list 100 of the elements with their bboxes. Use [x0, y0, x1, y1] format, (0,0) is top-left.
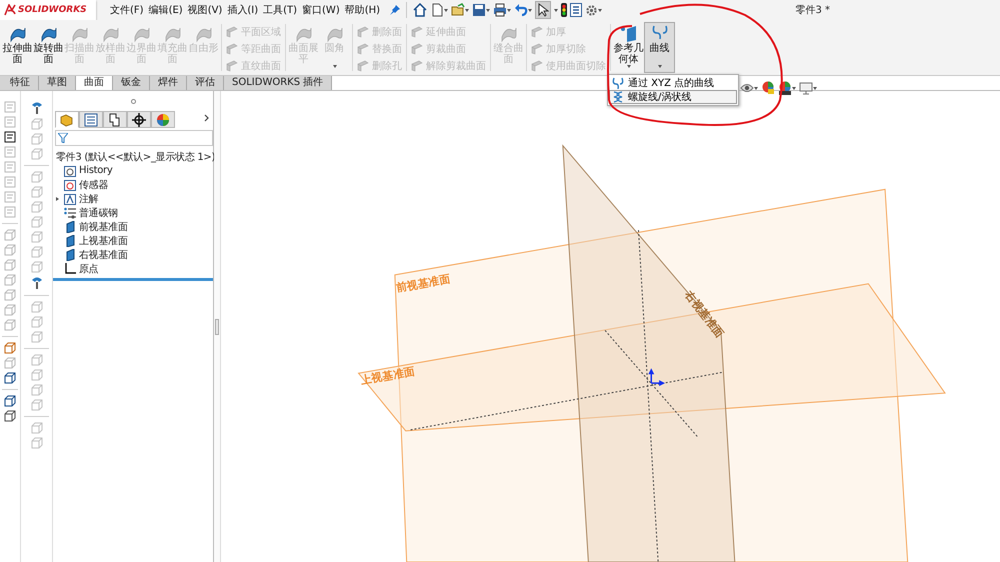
caret-icon[interactable] — [465, 8, 470, 12]
sheet-icon — [531, 43, 543, 55]
folder-icon[interactable] — [64, 164, 76, 176]
caret-icon[interactable] — [444, 8, 448, 12]
chevron-right-icon[interactable] — [204, 114, 209, 122]
command-tab[interactable]: 曲面 — [76, 76, 113, 90]
home-icon[interactable] — [413, 3, 428, 17]
curved-sheet-icon — [294, 25, 312, 43]
filter-field[interactable] — [55, 130, 213, 146]
sheet-icon — [357, 43, 369, 55]
plane-label: 右视基准面 — [682, 288, 726, 340]
sheet-icon — [411, 26, 423, 38]
configuration-icon — [108, 112, 122, 126]
sheet-icon — [226, 60, 238, 72]
sheet-icon — [531, 26, 543, 38]
sheet-icon — [357, 60, 369, 72]
cube-icon[interactable] — [4, 372, 16, 384]
ribbon-button[interactable]: 旋转曲面 — [33, 22, 64, 73]
folder-icon[interactable] — [64, 178, 76, 190]
caret-icon[interactable] — [754, 86, 758, 90]
panel-tab[interactable] — [103, 111, 127, 128]
panel-tab[interactable] — [79, 111, 103, 128]
tree-item[interactable]: 注解 — [79, 192, 98, 206]
menu-item[interactable]: 插入(I) — [227, 3, 258, 17]
collapse-handle-icon[interactable] — [130, 99, 136, 104]
pin-icon[interactable] — [390, 5, 400, 15]
caret-icon[interactable] — [486, 8, 490, 12]
traffic-light-icon[interactable] — [561, 3, 568, 17]
open-folder-icon[interactable] — [451, 3, 466, 17]
framed-square-icon[interactable] — [4, 131, 16, 143]
tree-item[interactable]: 普通碳钢 — [79, 206, 118, 220]
tree-item[interactable]: 右视基准面 — [79, 248, 128, 262]
document-title: 零件3 * — [795, 4, 830, 17]
curved-sheet-icon — [326, 25, 344, 43]
menu-item[interactable]: 螺旋线/涡状线 — [609, 90, 737, 104]
folder-icon[interactable] — [64, 192, 76, 204]
appearance-ball-icon[interactable] — [778, 81, 792, 95]
ds-mark-icon — [4, 4, 16, 16]
plane-icon[interactable] — [64, 220, 76, 232]
cursor-icon — [537, 3, 550, 17]
curved-sheet-icon — [132, 25, 150, 43]
menu-item[interactable]: 窗口(W) — [302, 3, 340, 17]
ribbon-button[interactable]: 参考几何体 — [613, 22, 644, 73]
curved-sheet-icon — [500, 25, 518, 43]
print-icon[interactable] — [493, 3, 508, 17]
logo-text: SOLIDWORKS — [18, 5, 87, 15]
menu-item[interactable]: 文件(F) — [110, 3, 144, 17]
settings-icon[interactable] — [585, 4, 598, 16]
cube-icon[interactable] — [4, 410, 16, 422]
caret-icon[interactable] — [528, 8, 532, 12]
tree-item[interactable]: 前视基准面 — [79, 220, 128, 234]
splitter-handle[interactable] — [215, 318, 219, 334]
expand-arrow-icon[interactable] — [56, 196, 58, 200]
menu-item[interactable]: 编辑(E) — [148, 3, 183, 17]
ribbon-button[interactable]: 拉伸曲面 — [2, 22, 33, 73]
panel-tab[interactable] — [127, 111, 151, 128]
curved-sheet-icon — [102, 25, 120, 43]
eye-icon[interactable] — [740, 83, 754, 93]
tree-item[interactable]: History — [79, 165, 112, 176]
monitor-icon[interactable] — [799, 82, 813, 94]
sheet-icon — [357, 26, 369, 38]
menu-item[interactable]: 视图(V) — [188, 3, 222, 17]
color-wheel-icon — [156, 112, 170, 126]
curve-icon — [612, 77, 624, 89]
save-icon[interactable] — [472, 3, 486, 17]
sheet-icon — [226, 43, 238, 55]
plane-label: 前视基准面 — [395, 272, 452, 295]
sheet-icon — [531, 60, 543, 72]
origin-icon[interactable] — [64, 262, 76, 274]
tree-item[interactable]: 原点 — [79, 262, 98, 276]
plane-icon[interactable] — [64, 248, 76, 260]
caret-icon[interactable] — [792, 86, 796, 90]
curved-sheet-icon — [8, 25, 26, 43]
cube-icon[interactable] — [4, 342, 16, 354]
caret-icon[interactable] — [598, 8, 602, 12]
curved-sheet-icon — [164, 25, 182, 43]
axis-triad-icon — [648, 368, 666, 386]
select-button[interactable] — [535, 1, 552, 19]
plane-with-point-icon — [620, 25, 638, 43]
plane-icon[interactable] — [64, 234, 76, 246]
tree-item[interactable]: 传感器 — [79, 178, 108, 192]
plane-label: 上视基准面 — [360, 364, 416, 388]
caret-icon[interactable] — [554, 8, 558, 12]
sheet-icon — [411, 43, 423, 55]
menu-item[interactable]: 工具(T) — [263, 3, 298, 17]
menu-item[interactable]: 帮助(H) — [344, 3, 380, 17]
cube-icon[interactable] — [4, 395, 16, 407]
property-list-icon — [84, 112, 98, 126]
tree-item[interactable]: 上视基准面 — [79, 234, 128, 248]
curved-sheet-icon — [40, 25, 58, 43]
caret-icon[interactable] — [507, 8, 512, 12]
menu-item[interactable]: 通过 XYZ 点的曲线 — [609, 76, 737, 90]
material-icon[interactable] — [64, 206, 76, 218]
ribbon-button[interactable]: 曲线 — [644, 22, 675, 73]
caret-icon[interactable] — [813, 86, 817, 90]
undo-icon[interactable] — [514, 3, 528, 17]
new-document-icon[interactable] — [430, 3, 444, 17]
helix-icon — [612, 91, 624, 103]
curved-sheet-icon — [194, 25, 212, 43]
list-icon[interactable] — [570, 3, 582, 17]
